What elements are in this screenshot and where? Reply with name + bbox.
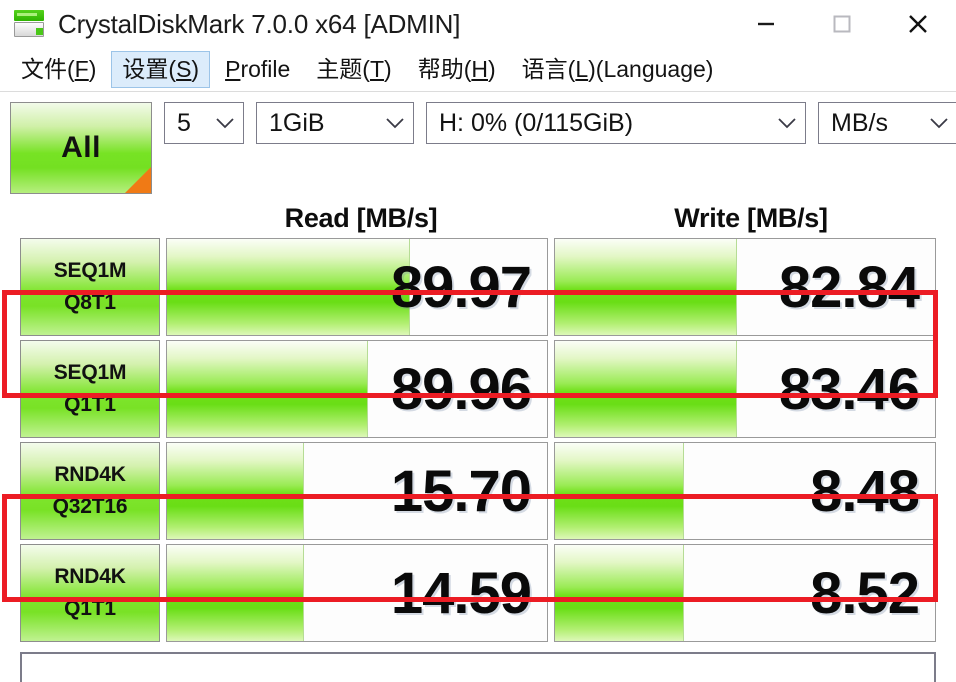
menu-item-help[interactable]: 帮助(H) (407, 51, 507, 88)
maximize-icon (833, 15, 851, 33)
write-result-cell: 83.46 (554, 340, 936, 438)
test-count-value: 5 (177, 108, 191, 137)
all-button-label: All (61, 131, 101, 164)
test-name-line1: SEQ1M (53, 259, 127, 282)
unit-value: MB/s (831, 108, 888, 137)
window-controls (728, 0, 956, 48)
menu-item-profile[interactable]: Profile (214, 51, 301, 88)
write-value: 8.48 (810, 458, 920, 524)
unit-select[interactable]: MB/s (818, 102, 956, 144)
read-result-cell: 89.97 (166, 238, 548, 336)
minimize-icon (758, 22, 774, 26)
table-row: RND4K Q32T16 15.70 8.48 (20, 442, 936, 540)
test-name-line2: Q1T1 (64, 393, 116, 416)
maximize-button[interactable] (804, 0, 880, 48)
test-name-line2: Q1T1 (64, 597, 116, 620)
read-result-cell: 89.96 (166, 340, 548, 438)
write-value: 8.52 (810, 560, 920, 626)
drive-value: H: 0% (0/115GiB) (439, 108, 634, 137)
test-name-line1: RND4K (54, 565, 126, 588)
test-name-rnd4k-q1t1[interactable]: RND4K Q1T1 (20, 544, 160, 642)
test-size-select[interactable]: 1GiB (256, 102, 414, 144)
test-size-value: 1GiB (269, 108, 325, 137)
drive-select[interactable]: H: 0% (0/115GiB) (426, 102, 806, 144)
run-all-button[interactable]: All (10, 102, 152, 194)
read-result-cell: 14.59 (166, 544, 548, 642)
chevron-down-icon (930, 118, 948, 129)
toolbar: All 5 1GiB H: 0% (0/115GiB) MB/s (10, 102, 956, 198)
write-result-cell: 8.48 (554, 442, 936, 540)
corner-marker-icon (125, 167, 151, 193)
crystaldiskmark-window: CrystalDiskMark 7.0.0 x64 [ADMIN] 文件(F) … (0, 0, 956, 682)
read-value: 15.70 (390, 458, 532, 524)
table-row: SEQ1M Q8T1 89.97 82.84 (20, 238, 936, 336)
table-row: RND4K Q1T1 14.59 8.52 (20, 544, 936, 642)
test-name-seq1m-q8t1[interactable]: SEQ1M Q8T1 (20, 238, 160, 336)
test-count-select[interactable]: 5 (164, 102, 244, 144)
write-value: 82.84 (778, 254, 920, 320)
disk-drive-icon (13, 9, 47, 39)
write-value: 83.46 (778, 356, 920, 422)
write-result-cell: 8.52 (554, 544, 936, 642)
status-bar (20, 652, 936, 682)
chevron-down-icon (386, 118, 404, 129)
minimize-button[interactable] (728, 0, 804, 48)
read-value: 89.97 (390, 254, 532, 320)
main-content: All 5 1GiB H: 0% (0/115GiB) MB/s Read [M… (0, 92, 956, 682)
close-icon (909, 15, 927, 33)
read-column-header: Read [MB/s] (284, 202, 438, 233)
menu-item-settings[interactable]: 设置(S) (111, 51, 211, 88)
results-table: SEQ1M Q8T1 89.97 82.84 SEQ1M Q1T1 89.96 … (10, 238, 946, 642)
table-row: SEQ1M Q1T1 89.96 83.46 (20, 340, 936, 438)
write-result-cell: 82.84 (554, 238, 936, 336)
menu-item-language[interactable]: 语言(L)(Language) (511, 51, 725, 88)
menu-item-theme[interactable]: 主题(T) (305, 51, 402, 88)
chevron-down-icon (216, 118, 234, 129)
read-result-cell: 15.70 (166, 442, 548, 540)
menu-item-file[interactable]: 文件(F) (10, 51, 107, 88)
test-name-rnd4k-q32t16[interactable]: RND4K Q32T16 (20, 442, 160, 540)
column-headers: Read [MB/s] Write [MB/s] (10, 198, 946, 238)
close-button[interactable] (880, 0, 956, 48)
read-value: 14.59 (390, 560, 532, 626)
write-column-header: Write [MB/s] (674, 202, 828, 233)
test-name-seq1m-q1t1[interactable]: SEQ1M Q1T1 (20, 340, 160, 438)
menu-bar: 文件(F) 设置(S) Profile 主题(T) 帮助(H) 语言(L)(La… (0, 48, 956, 92)
chevron-down-icon (778, 118, 796, 129)
test-name-line1: SEQ1M (53, 361, 127, 384)
window-title: CrystalDiskMark 7.0.0 x64 [ADMIN] (58, 8, 461, 39)
test-name-line1: RND4K (54, 463, 126, 486)
test-name-line2: Q8T1 (64, 291, 116, 314)
test-name-line2: Q32T16 (52, 495, 128, 518)
read-value: 89.96 (390, 356, 532, 422)
title-bar: CrystalDiskMark 7.0.0 x64 [ADMIN] (0, 0, 956, 48)
